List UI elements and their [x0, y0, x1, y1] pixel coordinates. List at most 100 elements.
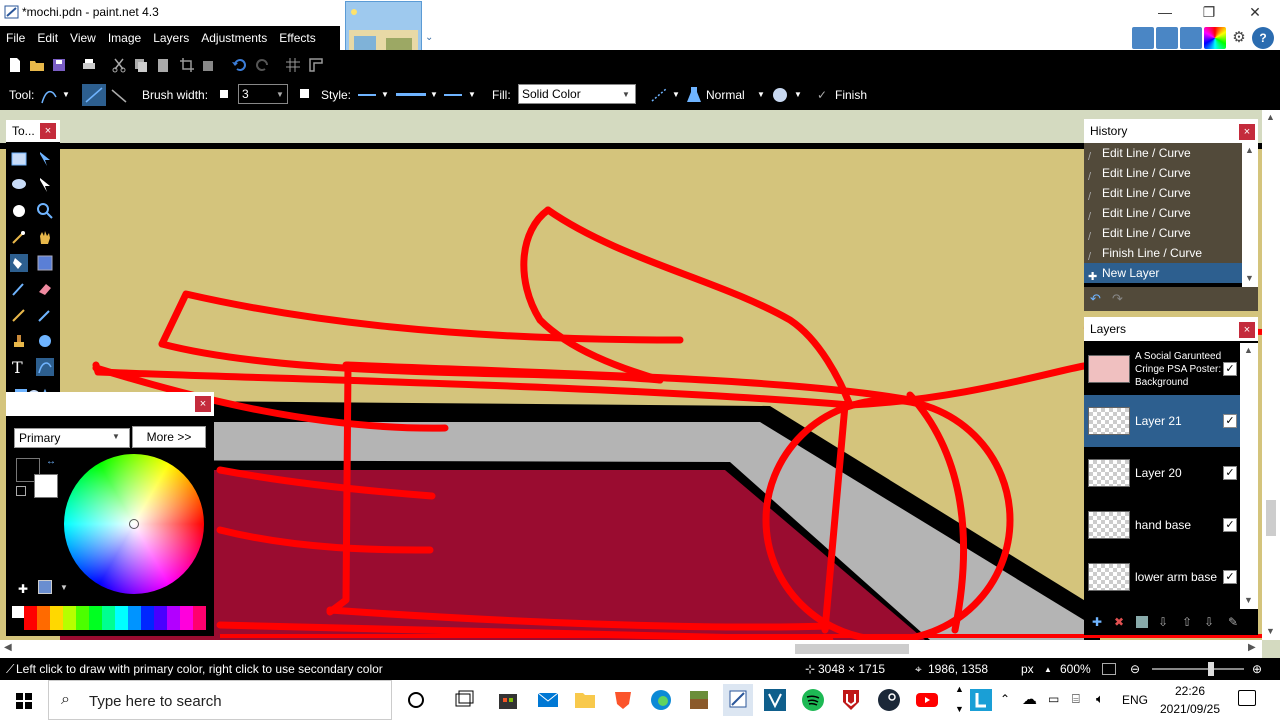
deselect-icon[interactable]: [201, 57, 217, 73]
color-mode-chevron-icon[interactable]: ▼: [112, 432, 120, 441]
vertical-scrollbar[interactable]: ▲ ▼: [1262, 110, 1280, 640]
grid-icon[interactable]: [285, 57, 301, 73]
layer-visibility-checkbox[interactable]: ✓: [1223, 570, 1237, 584]
paint-bucket-tool-icon[interactable]: [10, 254, 28, 272]
palette-swatch[interactable]: [76, 606, 89, 630]
history-item[interactable]: / Finish Line / Curve: [1084, 243, 1242, 263]
delete-layer-icon[interactable]: ✖: [1114, 615, 1124, 629]
layer-visibility-checkbox[interactable]: ✓: [1223, 518, 1237, 532]
fill-select-chevron-icon[interactable]: ▼: [622, 90, 630, 99]
swap-colors-icon[interactable]: ↔: [46, 456, 56, 467]
layer-row[interactable]: lower arm base ✓: [1084, 551, 1240, 603]
history-item[interactable]: / Edit Line / Curve: [1084, 163, 1242, 183]
scroll-left-icon[interactable]: ◀: [4, 642, 12, 653]
line-style-dash-icon[interactable]: [358, 94, 376, 96]
windows-start-icon[interactable]: [0, 680, 48, 720]
color-palette[interactable]: [12, 606, 208, 630]
vegas-icon[interactable]: [763, 688, 787, 712]
line-style-solid-icon[interactable]: [396, 93, 426, 96]
line-curve-tool-icon-selected[interactable]: [36, 358, 54, 376]
add-layer-icon[interactable]: ✚: [1092, 615, 1102, 629]
file-explorer-icon[interactable]: [573, 688, 597, 712]
edge-browser-icon[interactable]: [649, 688, 673, 712]
palette-swatch[interactable]: [180, 606, 193, 630]
more-colors-button[interactable]: More >>: [132, 426, 206, 448]
merge-layer-down-icon[interactable]: ⇩: [1158, 615, 1168, 629]
paintbrush-tool-icon[interactable]: [10, 280, 28, 298]
minimize-button[interactable]: —: [1142, 0, 1188, 26]
palette-menu-icon[interactable]: [38, 580, 52, 594]
ellipse-select-tool-icon[interactable]: [10, 202, 28, 220]
line-cap-icon[interactable]: [444, 94, 462, 96]
scroll-right-icon[interactable]: ▶: [1248, 642, 1256, 653]
recolor-tool-icon[interactable]: [36, 332, 54, 350]
line-style-chevron-icon[interactable]: ▼: [430, 90, 438, 99]
layers-panel-close-button[interactable]: ×: [1238, 321, 1256, 339]
antialiasing-icon[interactable]: [650, 87, 668, 103]
redo-icon[interactable]: [255, 57, 271, 73]
palette-swatch[interactable]: [12, 606, 24, 618]
zoom-to-window-icon[interactable]: [1102, 663, 1116, 675]
layer-properties-icon[interactable]: ✎: [1228, 615, 1238, 629]
mail-icon[interactable]: [536, 688, 560, 712]
task-view-icon[interactable]: [452, 688, 476, 712]
display-icon[interactable]: ▭: [1048, 692, 1059, 706]
layer-visibility-checkbox[interactable]: ✓: [1223, 362, 1237, 376]
clone-stamp-tool-icon[interactable]: [10, 332, 28, 350]
line-cap-chevron-icon[interactable]: ▼: [468, 90, 476, 99]
tool-dropdown-chevron-icon[interactable]: ▼: [62, 90, 70, 99]
pencil-tool-icon[interactable]: [10, 306, 28, 324]
history-panel-header[interactable]: History ×: [1084, 119, 1258, 143]
history-window-icon[interactable]: [1156, 27, 1178, 49]
color-wheel-cursor[interactable]: [129, 519, 139, 529]
units-chevron-icon[interactable]: ▲: [1044, 665, 1052, 674]
text-tool-icon[interactable]: T: [12, 358, 30, 377]
zoom-level[interactable]: 600%: [1060, 662, 1091, 676]
ruler-icon[interactable]: [308, 57, 324, 73]
fill-select[interactable]: Solid Color: [518, 84, 636, 104]
move-selected-tool-icon[interactable]: [36, 150, 54, 168]
secondary-color-swatch[interactable]: [34, 474, 58, 498]
cortana-icon[interactable]: [404, 688, 428, 712]
palette-swatch[interactable]: [154, 606, 167, 630]
brush-size-large-icon[interactable]: [300, 89, 309, 98]
colors-window-icon[interactable]: [1204, 27, 1226, 49]
launcher-l-icon[interactable]: [969, 688, 993, 712]
history-item[interactable]: / Edit Line / Curve: [1084, 203, 1242, 223]
steam-icon[interactable]: [877, 688, 901, 712]
magic-wand-tool-icon[interactable]: [10, 228, 28, 246]
layers-scroll-down-icon[interactable]: ▼: [1244, 595, 1253, 605]
brush-width-chevron-icon[interactable]: ▼: [276, 90, 284, 99]
menu-view[interactable]: View: [64, 26, 102, 50]
colors-panel-close-button[interactable]: ×: [194, 395, 212, 413]
line-curve-tool-icon[interactable]: [40, 87, 58, 105]
palette-menu-chevron-icon[interactable]: ▼: [60, 583, 68, 592]
move-selection-tool-icon[interactable]: [36, 176, 54, 194]
curve-mode-icon[interactable]: [110, 86, 128, 104]
tools-window-icon[interactable]: [1132, 27, 1154, 49]
help-icon[interactable]: ?: [1252, 27, 1274, 49]
colors-panel-header[interactable]: ×: [6, 392, 214, 416]
tray-chevron-icon[interactable]: ⌃: [1000, 692, 1010, 706]
crop-icon[interactable]: [179, 57, 195, 73]
network-icon[interactable]: ⌸: [1072, 691, 1080, 707]
history-item-selected[interactable]: ✚ New Layer: [1084, 263, 1242, 283]
history-item[interactable]: / Edit Line / Curve: [1084, 183, 1242, 203]
menu-adjustments[interactable]: Adjustments: [195, 26, 273, 50]
finish-button[interactable]: Finish: [835, 88, 867, 102]
layer-row-selected[interactable]: Layer 21 ✓: [1084, 395, 1240, 447]
palette-swatch[interactable]: [141, 606, 154, 630]
microsoft-store-icon[interactable]: [496, 688, 520, 712]
layers-panel-header[interactable]: Layers ×: [1084, 317, 1258, 341]
palette-swatch[interactable]: [50, 606, 63, 630]
blend-mode-value[interactable]: Normal: [706, 88, 745, 102]
history-scrollbar[interactable]: ▲ ▼: [1242, 143, 1258, 287]
layers-window-icon[interactable]: [1180, 27, 1202, 49]
maximize-button[interactable]: ❐: [1186, 0, 1232, 26]
move-layer-up-icon[interactable]: ⇧: [1182, 615, 1192, 629]
document-list-chevron-icon[interactable]: ⌄: [425, 32, 433, 43]
new-file-icon[interactable]: [7, 57, 23, 73]
zoom-slider-thumb[interactable]: [1208, 662, 1214, 676]
draw-shape-mode-icon[interactable]: [82, 84, 106, 106]
print-icon[interactable]: [81, 57, 97, 73]
